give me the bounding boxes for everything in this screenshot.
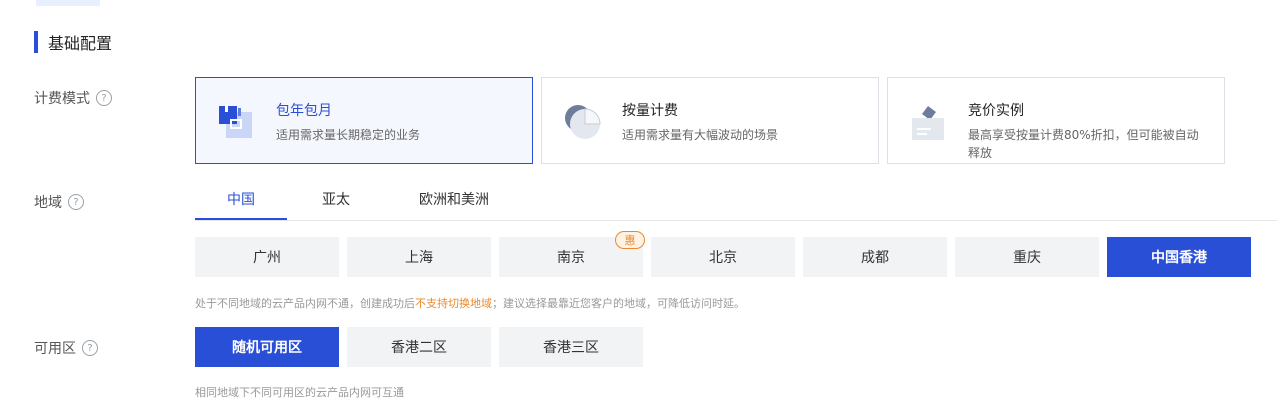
region-hint-suffix: ；建议选择最靠近您客户的地域，可降低访问时延。 xyxy=(492,297,745,310)
section-accent-bar xyxy=(34,31,38,53)
region-option-guangzhou[interactable]: 广州 xyxy=(195,237,339,277)
billing-option-desc: 适用需求量有大幅波动的场景 xyxy=(622,128,779,142)
region-label-row: 地域 ? xyxy=(34,192,84,212)
region-option-chengdu[interactable]: 成都 xyxy=(803,237,947,277)
region-option-shanghai[interactable]: 上海 xyxy=(347,237,491,277)
region-label: 地域 xyxy=(34,195,62,211)
zone-label-row: 可用区 ? xyxy=(34,338,98,358)
zone-help-icon[interactable]: ? xyxy=(82,340,98,356)
pie-chart-icon xyxy=(565,105,601,139)
bid-icon xyxy=(912,106,944,140)
region-option-beijing[interactable]: 北京 xyxy=(651,237,795,277)
zone-option-hk3[interactable]: 香港三区 xyxy=(499,327,643,367)
billing-option-title: 按量计费 xyxy=(622,103,678,119)
zone-label: 可用区 xyxy=(34,341,76,357)
top-tab-indicator xyxy=(36,0,100,6)
billing-option-desc: 最高享受按量计费80%折扣，但可能被自动释放 xyxy=(968,128,1199,160)
zone-option-hk2[interactable]: 香港二区 xyxy=(347,327,491,367)
billing-label: 计费模式 xyxy=(34,91,90,107)
region-hint-prefix: 处于不同地域的云产品内网不通，创建成功后 xyxy=(195,297,415,310)
region-option-chongqing[interactable]: 重庆 xyxy=(955,237,1099,277)
billing-option-payg[interactable]: 按量计费 适用需求量有大幅波动的场景 xyxy=(541,77,879,164)
tab-europe-america[interactable]: 欧洲和美洲 xyxy=(407,180,501,220)
region-hint: 处于不同地域的云产品内网不通，创建成功后不支持切换地域；建议选择最靠近您客户的地… xyxy=(195,295,745,311)
tab-china[interactable]: 中国 xyxy=(195,180,287,220)
zone-option-random[interactable]: 随机可用区 xyxy=(195,327,339,367)
region-hint-warning: 不支持切换地域 xyxy=(415,297,492,310)
zone-hint: 相同地域下不同可用区的云产品内网可互通 xyxy=(195,386,404,399)
billing-option-desc: 适用需求量长期稳定的业务 xyxy=(276,128,421,142)
billing-option-title: 包年包月 xyxy=(276,103,332,119)
billing-option-monthly[interactable]: 包年包月 适用需求量长期稳定的业务 xyxy=(195,77,533,164)
billing-help-icon[interactable]: ? xyxy=(96,90,112,106)
billing-label-row: 计费模式 ? xyxy=(34,88,112,108)
tab-asia-pacific[interactable]: 亚太 xyxy=(313,180,359,220)
region-help-icon[interactable]: ? xyxy=(68,194,84,210)
section-title: 基础配置 xyxy=(34,30,112,54)
calendar-icon xyxy=(219,104,252,138)
promo-badge: 惠 xyxy=(615,231,645,249)
region-option-hongkong[interactable]: 中国香港 xyxy=(1107,237,1251,277)
billing-option-title: 竞价实例 xyxy=(968,103,1024,119)
section-title-text: 基础配置 xyxy=(48,34,113,53)
region-tabs: 中国 亚太 欧洲和美洲 xyxy=(195,180,1277,221)
billing-option-spot[interactable]: 竞价实例 最高享受按量计费80%折扣，但可能被自动释放 xyxy=(887,77,1225,164)
